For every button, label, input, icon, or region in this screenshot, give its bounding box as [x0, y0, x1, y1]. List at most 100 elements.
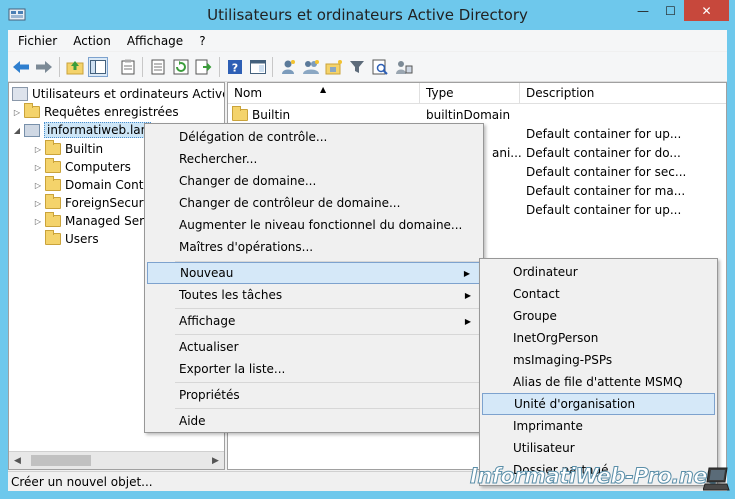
menu-affichage[interactable]: Affichage: [119, 34, 191, 48]
tree-item-foreign-security[interactable]: ▷ ForeignSecuri: [33, 194, 147, 212]
menu-item-proprietes[interactable]: Propriétés: [147, 384, 481, 406]
folder-icon: [45, 230, 61, 245]
refresh-icon[interactable]: [171, 57, 191, 77]
tree-item-label: Managed Serv: [65, 214, 152, 228]
row-description: Default container for up...: [526, 203, 682, 217]
scroll-left-icon[interactable]: ◀: [9, 452, 26, 469]
menu-item-augmenter-niveau[interactable]: Augmenter le niveau fonctionnel du domai…: [147, 214, 481, 236]
menu-item-label: Nouveau: [180, 266, 234, 280]
maximize-button[interactable]: ☐: [657, 0, 684, 21]
menu-item-rechercher[interactable]: Rechercher...: [147, 148, 481, 170]
menu-help[interactable]: ?: [191, 34, 213, 48]
menu-separator: [175, 382, 479, 383]
submenu-item-imprimante[interactable]: Imprimante: [482, 415, 715, 437]
find-icon[interactable]: [370, 57, 390, 77]
submenu-item-msimaging-psps[interactable]: msImaging-PSPs: [482, 349, 715, 371]
add-user-icon[interactable]: [278, 57, 298, 77]
export-icon[interactable]: [194, 57, 214, 77]
folder-icon: [45, 194, 61, 209]
submenu-item-groupe[interactable]: Groupe: [482, 305, 715, 327]
app-window: Utilisateurs et ordinateurs Active Direc…: [0, 0, 735, 499]
sort-ascending-icon: ▲: [320, 85, 327, 94]
menu-separator: [175, 334, 479, 335]
submenu-arrow-icon: ▶: [463, 268, 470, 278]
submenu-item-ordinateur[interactable]: Ordinateur: [482, 261, 715, 283]
ou-folder-icon: [45, 176, 61, 191]
row-name: Builtin: [252, 108, 291, 122]
help-icon[interactable]: ?: [225, 57, 245, 77]
menu-item-affichage[interactable]: Affichage ▶: [147, 310, 481, 332]
show-hide-tree-icon[interactable]: [88, 57, 108, 77]
menu-separator: [175, 308, 479, 309]
submenu-item-inetorgperson[interactable]: InetOrgPerson: [482, 327, 715, 349]
expand-icon[interactable]: ▷: [33, 217, 43, 226]
tree-item-label: Users: [65, 232, 99, 246]
menu-item-maitres-operations[interactable]: Maîtres d'opérations...: [147, 236, 481, 258]
scrollbar-thumb[interactable]: [31, 455, 91, 466]
tree-item-managed-service[interactable]: ▷ Managed Serv: [33, 212, 151, 230]
menu-item-exporter-liste[interactable]: Exporter la liste...: [147, 358, 481, 380]
filter-icon[interactable]: [347, 57, 367, 77]
window-title: Utilisateurs et ordinateurs Active Direc…: [207, 6, 528, 24]
menu-item-changer-controleur[interactable]: Changer de contrôleur de domaine...: [147, 192, 481, 214]
export-list-icon[interactable]: [148, 57, 168, 77]
scroll-right-icon[interactable]: ▶: [207, 452, 224, 469]
tree-item-label: informatiweb.lan: [44, 122, 152, 138]
up-folder-icon[interactable]: [65, 57, 85, 77]
collapse-icon[interactable]: ◢: [12, 126, 22, 135]
tree-item-domain-controllers[interactable]: ▷ Domain Cont: [33, 176, 143, 194]
back-arrow-icon[interactable]: [11, 57, 31, 77]
menu-fichier[interactable]: Fichier: [10, 34, 65, 48]
expand-icon[interactable]: ▷: [33, 199, 43, 208]
horizontal-scrollbar[interactable]: ◀ ▶: [9, 451, 224, 469]
submenu-item-alias-msmq[interactable]: Alias de file d'attente MSMQ: [482, 371, 715, 393]
menu-item-delegation[interactable]: Délégation de contrôle...: [147, 126, 481, 148]
menu-bar: Fichier Action Affichage ?: [8, 30, 727, 51]
context-menu: Délégation de contrôle... Rechercher... …: [144, 123, 484, 433]
submenu-arrow-icon: ▶: [464, 290, 471, 300]
menu-item-toutes-taches[interactable]: Toutes les tâches ▶: [147, 284, 481, 306]
expand-icon[interactable]: ▷: [33, 181, 43, 190]
menu-item-label: Toutes les tâches: [179, 288, 283, 302]
tree-item-computers[interactable]: ▷ Computers: [33, 158, 131, 176]
folder-icon: [45, 158, 61, 173]
submenu-item-utilisateur[interactable]: Utilisateur: [482, 437, 715, 459]
tree-item-users[interactable]: Users: [33, 230, 99, 248]
menu-item-nouveau[interactable]: Nouveau ▶: [147, 262, 481, 284]
expand-icon[interactable]: ▷: [12, 108, 22, 117]
row-type: builtinDomain: [426, 108, 511, 122]
tree-item-saved-queries[interactable]: ▷ Requêtes enregistrées: [12, 103, 179, 121]
tree-item-domain[interactable]: ◢ informatiweb.lan: [12, 121, 152, 139]
table-row[interactable]: Builtin: [232, 106, 418, 124]
add-ou-icon[interactable]: [324, 57, 344, 77]
expand-icon[interactable]: ▷: [33, 163, 43, 172]
tree-item-label: Domain Cont: [65, 178, 144, 192]
menu-item-changer-domaine[interactable]: Changer de domaine...: [147, 170, 481, 192]
column-header-name[interactable]: Nom ▲: [228, 83, 420, 104]
clipboard-icon[interactable]: [118, 57, 138, 77]
console-icon[interactable]: [248, 57, 268, 77]
folder-icon: [45, 212, 61, 227]
forward-arrow-icon[interactable]: [34, 57, 54, 77]
tree-item-label: Computers: [65, 160, 131, 174]
close-button[interactable]: ✕: [684, 0, 729, 21]
submenu-item-unite-organisation[interactable]: Unité d'organisation: [482, 393, 715, 415]
add-group-icon[interactable]: [301, 57, 321, 77]
watermark-text: InformatiWeb-Pro.net: [470, 464, 718, 489]
row-type: ani...: [492, 146, 522, 160]
submenu-item-contact[interactable]: Contact: [482, 283, 715, 305]
title-bar[interactable]: Utilisateurs et ordinateurs Active Direc…: [0, 0, 735, 30]
menu-item-aide[interactable]: Aide: [147, 410, 481, 432]
column-header-description[interactable]: Description: [520, 83, 726, 104]
minimize-button[interactable]: —: [629, 0, 657, 21]
menu-item-actualiser[interactable]: Actualiser: [147, 336, 481, 358]
toolbar-separator: [59, 57, 60, 77]
column-header-type[interactable]: Type: [420, 83, 520, 104]
column-header-label: Type: [426, 86, 454, 100]
delegate-icon[interactable]: [394, 57, 414, 77]
tree-item-builtin[interactable]: ▷ Builtin: [33, 140, 103, 158]
menu-action[interactable]: Action: [65, 34, 119, 48]
toolbar-separator: [272, 57, 273, 77]
expand-icon[interactable]: ▷: [33, 145, 43, 154]
tree-item-root[interactable]: Utilisateurs et ordinateurs Active Dir: [12, 85, 224, 103]
